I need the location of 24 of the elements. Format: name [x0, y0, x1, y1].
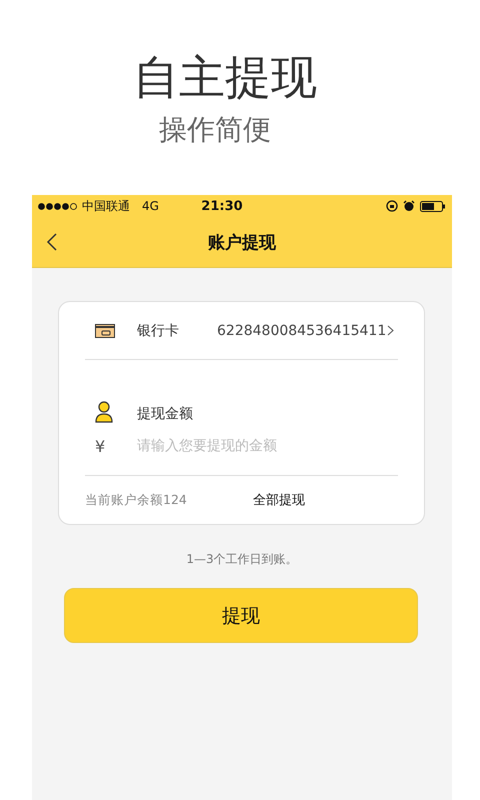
bank-card-icon: [95, 324, 115, 338]
bank-card-row[interactable]: 银行卡 6228480084536415411: [85, 302, 398, 360]
back-icon[interactable]: [46, 233, 57, 251]
carrier-name: 中国联通: [82, 198, 130, 214]
network-type: 4G: [142, 199, 159, 213]
person-icon: [95, 401, 113, 424]
alarm-icon: [402, 200, 415, 212]
chevron-icon: [387, 325, 394, 336]
signal-icon: [38, 202, 78, 210]
rotation-lock-icon: [386, 200, 398, 212]
card-number: 6228480084536415411: [217, 322, 386, 339]
amount-input[interactable]: 请输入您要提现的金额: [137, 438, 387, 454]
withdraw-all-link[interactable]: 全部提现: [253, 491, 305, 510]
balance-text: 当前账户余额124: [85, 492, 188, 509]
currency-symbol: ¥: [95, 436, 106, 456]
bank-card-label: 银行卡: [137, 322, 180, 340]
battery-icon: [420, 200, 446, 212]
page-title: 账户提现: [208, 232, 276, 252]
arrival-hint: 1—3个工作日到账。: [185, 551, 299, 568]
amount-label: 提现金额: [137, 405, 194, 424]
status-time: 21:30: [201, 198, 243, 214]
promo-subheadline: 操作简便: [159, 112, 271, 148]
promo-headline: 自主提现: [133, 49, 317, 106]
withdraw-button[interactable]: 提现: [64, 588, 418, 643]
